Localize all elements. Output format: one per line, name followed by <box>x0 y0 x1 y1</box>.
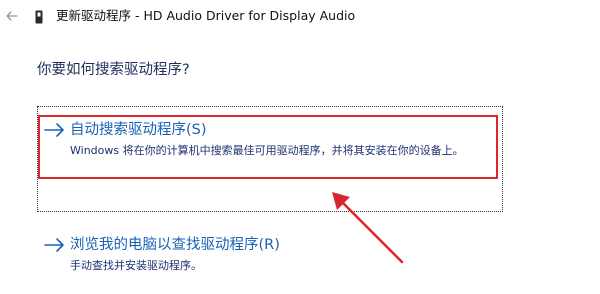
browse-computer-option[interactable]: 浏览我的电脑以查找驱动程序(R) 手动查找并安装驱动程序。 <box>40 232 500 278</box>
back-arrow-icon[interactable] <box>4 8 20 24</box>
browse-computer-title[interactable]: 浏览我的电脑以查找驱动程序(R) <box>70 235 280 255</box>
page-heading: 你要如何搜索驱动程序? <box>37 62 190 78</box>
device-icon <box>35 9 43 24</box>
auto-search-description: Windows 将在你的计算机中搜索最佳可用驱动程序，并将其安装在你的设备上。 <box>70 144 464 157</box>
auto-search-option[interactable]: 自动搜索驱动程序(S) Windows 将在你的计算机中搜索最佳可用驱动程序，并… <box>40 113 498 179</box>
auto-search-title[interactable]: 自动搜索驱动程序(S) <box>70 120 207 140</box>
window-title: 更新驱动程序 - HD Audio Driver for Display Aud… <box>56 8 356 23</box>
browse-computer-description: 手动查找并安装驱动程序。 <box>70 259 202 272</box>
right-arrow-icon <box>43 237 65 253</box>
title-bar: 更新驱动程序 - HD Audio Driver for Display Aud… <box>0 0 600 32</box>
right-arrow-icon <box>43 122 65 138</box>
